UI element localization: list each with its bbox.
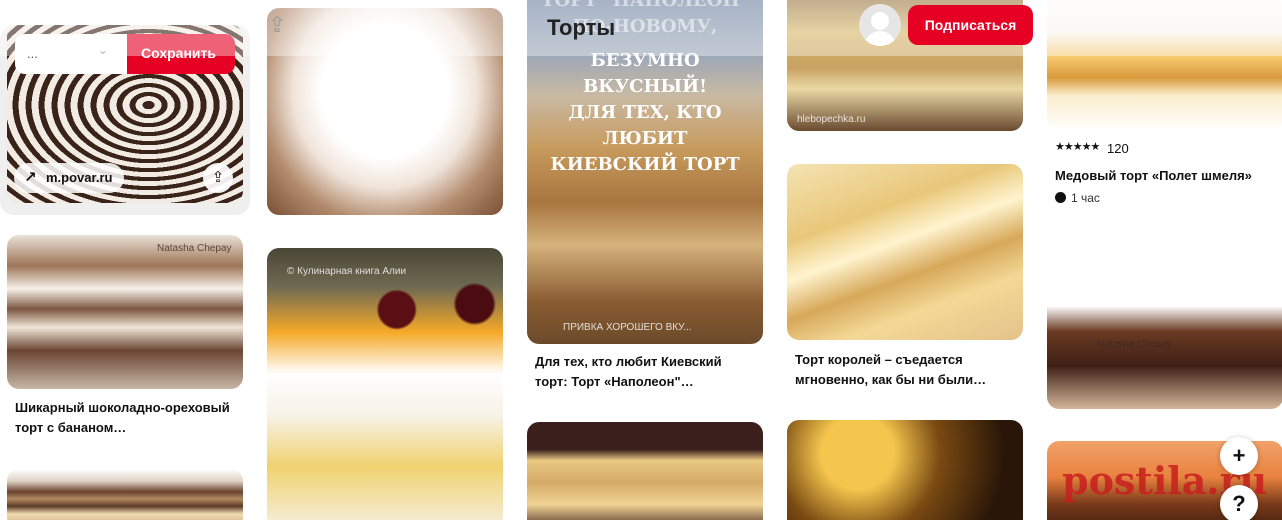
image-watermark: hlebopechka.ru	[797, 114, 866, 125]
pin-image-square-cake[interactable]	[527, 422, 763, 520]
pin-title[interactable]: Шикарный шоколадно-ореховый торт с банан…	[15, 398, 235, 438]
create-button[interactable]: +	[1220, 437, 1258, 475]
source-domain: m.povar.ru	[46, 170, 113, 185]
image-watermark: Natasha Chepay	[1097, 339, 1172, 350]
image-watermark: Natasha Chepay	[157, 243, 232, 254]
page-title: Торты	[547, 15, 616, 40]
cook-time: 1 час	[1055, 191, 1100, 205]
avatar[interactable]	[859, 4, 901, 46]
pin-image-choc-drip-cake[interactable]: Natasha Chepay	[1047, 237, 1282, 409]
pin-title[interactable]: Медовый торт «Полет шмеля»	[1055, 166, 1275, 186]
rating-stars: ★★★★★	[1055, 141, 1100, 153]
pin-title[interactable]: Торт королей – съедается мгновенно, как …	[795, 350, 1015, 390]
plus-icon: +	[1232, 443, 1246, 468]
pin-image-gold-cake[interactable]	[787, 420, 1023, 520]
help-button[interactable]: ?	[1220, 485, 1258, 520]
user-avatar-icon	[871, 12, 889, 30]
subscribe-button[interactable]: Подписаться	[908, 5, 1033, 45]
pin-image-fruit-cake[interactable]: © Кулинарная книга Алии	[267, 248, 503, 520]
pin-title[interactable]: Для тех, кто любит Киевский торт: Торт «…	[535, 352, 755, 392]
help-icon: ?	[1232, 491, 1246, 516]
rating-count: 120	[1107, 141, 1129, 156]
pinterest-board: ... ⌄ Сохранить ↗ m.povar.ru ⇪ Natasha C…	[0, 0, 1282, 520]
upload-icon: ⇪	[211, 169, 225, 186]
image-watermark: ПРИВКА ХОРОШЕГО ВКУ...	[563, 322, 692, 333]
image-watermark: © Кулинарная книга Алии	[287, 266, 407, 277]
pin-image-caramel-cake[interactable]	[7, 469, 243, 520]
clock-icon	[1055, 192, 1066, 203]
source-link-chip[interactable]: ↗ m.povar.ru	[14, 163, 125, 193]
pin-image-royal-cake[interactable]	[787, 164, 1023, 340]
board-header	[0, 0, 1282, 56]
share-button[interactable]: ⇪	[203, 163, 233, 193]
pin-image-choc-banana[interactable]: Natasha Chepay	[7, 235, 243, 389]
arrow-up-right-icon: ↗	[24, 169, 37, 186]
